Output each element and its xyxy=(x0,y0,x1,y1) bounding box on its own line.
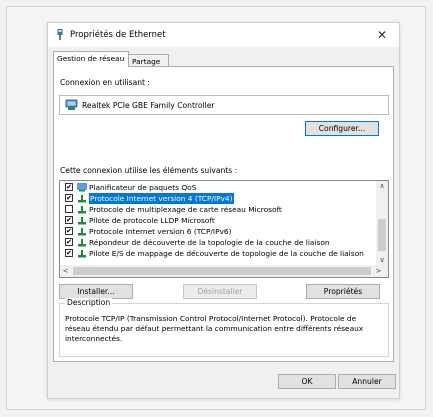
list-item-lltd-mapper[interactable]: ✔ Pilote E/S de mappage de découverte de… xyxy=(60,248,372,259)
item-checkbox[interactable]: ✔ xyxy=(65,227,73,235)
item-label: Protocole de multiplexage de carte résea… xyxy=(89,205,282,214)
network-protocol-icon xyxy=(78,250,86,258)
ethernet-properties-dialog: Propriétés de Ethernet ✕ Gestion de rése… xyxy=(47,22,400,399)
description-group: Description Protocole TCP/IP (Transmissi… xyxy=(59,298,389,357)
properties-button[interactable]: Propriétés xyxy=(306,284,380,299)
connection-label: Connexion en utilisant : xyxy=(60,78,150,87)
close-icon: ✕ xyxy=(376,28,388,42)
scroll-up-icon[interactable]: ∧ xyxy=(376,181,388,192)
tab-panel-networking: Connexion en utilisant : Realtek PCIe GB… xyxy=(53,66,394,362)
horizontal-scrollbar[interactable]: < > xyxy=(60,265,388,277)
check-icon: ✔ xyxy=(66,183,72,191)
configure-button[interactable]: Configurer... xyxy=(305,121,379,136)
check-icon: ✔ xyxy=(66,216,72,224)
window-title: Propriétés de Ethernet xyxy=(70,30,166,40)
adapter-name: Realtek PCIe GBE Family Controller xyxy=(82,101,215,110)
item-label: Pilote de protocole LLDP Microsoft xyxy=(89,216,215,225)
item-checkbox[interactable]: ✔ xyxy=(65,183,73,191)
list-item-lldp[interactable]: ✔ Pilote de protocole LLDP Microsoft xyxy=(60,215,372,226)
item-label: Répondeur de découverte de la topologie … xyxy=(89,238,330,247)
network-protocol-icon xyxy=(78,239,86,247)
list-item-lltd-responder[interactable]: ✔ Répondeur de découverte de la topologi… xyxy=(60,237,372,248)
check-icon: ✔ xyxy=(66,227,72,235)
vertical-scrollbar[interactable]: ∧ ∨ xyxy=(376,181,388,266)
item-label: Pilote E/S de mappage de découverte de t… xyxy=(89,249,364,258)
cancel-button[interactable]: Annuler xyxy=(338,374,396,389)
close-button[interactable]: ✕ xyxy=(365,23,399,47)
item-checkbox[interactable]: ✔ xyxy=(65,216,73,224)
item-checkbox[interactable]: ✔ xyxy=(65,249,73,257)
item-label: Protocole Internet version 6 (TCP/IPv6) xyxy=(89,227,232,236)
check-icon: ✔ xyxy=(66,249,72,257)
horizontal-scroll-thumb[interactable] xyxy=(73,267,371,275)
ok-button[interactable]: OK xyxy=(278,374,336,389)
components-list[interactable]: ✔ Planificateur de paquets QoS ✔ Protoco… xyxy=(59,180,389,278)
item-label: Protocole Internet version 4 (TCP/IPv4) xyxy=(89,193,234,204)
scroll-left-icon[interactable]: < xyxy=(60,265,71,277)
qos-scheduler-icon xyxy=(77,183,87,192)
network-protocol-icon xyxy=(78,206,86,214)
item-checkbox[interactable] xyxy=(65,205,73,213)
check-icon: ✔ xyxy=(66,238,72,246)
uninstall-button[interactable]: Désinstaller xyxy=(183,284,257,299)
item-checkbox[interactable]: ✔ xyxy=(65,238,73,246)
vertical-scroll-thumb[interactable] xyxy=(378,219,386,251)
description-legend: Description xyxy=(65,298,113,307)
network-protocol-icon xyxy=(78,195,86,203)
list-item-ipv4[interactable]: ✔ Protocole Internet version 4 (TCP/IPv4… xyxy=(60,193,372,204)
scroll-right-icon[interactable]: > xyxy=(373,265,384,277)
item-label: Planificateur de paquets QoS xyxy=(89,183,197,192)
items-label: Cette connexion utilise les éléments sui… xyxy=(60,166,238,175)
ethernet-cable-icon xyxy=(57,29,63,40)
list-item-qos[interactable]: ✔ Planificateur de paquets QoS xyxy=(60,182,372,193)
install-button[interactable]: Installer... xyxy=(59,284,133,299)
network-protocol-icon xyxy=(78,228,86,236)
list-item-ipv6[interactable]: ✔ Protocole Internet version 6 (TCP/IPv6… xyxy=(60,226,372,237)
description-text: Protocole TCP/IP (Transmission Control P… xyxy=(65,314,364,343)
dialog-body: Gestion de réseau Partage Connexion en u… xyxy=(48,47,399,398)
adapter-field: Realtek PCIe GBE Family Controller xyxy=(59,95,389,115)
item-checkbox[interactable]: ✔ xyxy=(65,194,73,202)
tab-gestion-reseau[interactable]: Gestion de réseau xyxy=(53,51,129,67)
check-icon: ✔ xyxy=(66,194,72,202)
list-item-multiplexage[interactable]: Protocole de multiplexage de carte résea… xyxy=(60,204,372,215)
network-adapter-icon xyxy=(65,99,78,110)
network-protocol-icon xyxy=(78,217,86,225)
title-bar[interactable]: Propriétés de Ethernet ✕ xyxy=(48,23,399,47)
